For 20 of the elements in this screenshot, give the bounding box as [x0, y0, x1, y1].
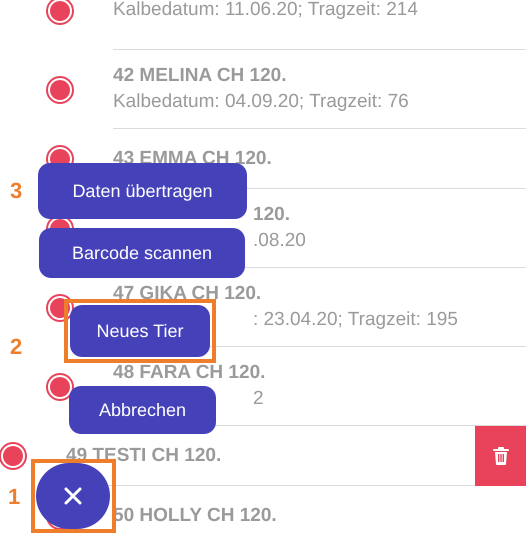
- step-number: 1: [8, 483, 20, 511]
- delete-button[interactable]: [475, 426, 526, 486]
- trash-icon: [492, 447, 508, 465]
- animal-details: Kalbedatum: 04.09.20; Tragzeit: 76: [113, 91, 410, 113]
- animal-title: 120.: [253, 204, 291, 226]
- step-number: 3: [10, 177, 22, 205]
- menu-action-button[interactable]: Daten übertragen: [38, 163, 247, 219]
- menu-action-button[interactable]: Neues Tier: [70, 305, 210, 357]
- close-icon: [63, 486, 83, 506]
- close-fab-button[interactable]: [36, 463, 110, 529]
- step-number: 2: [10, 333, 22, 361]
- animal-details: : 23.04.20; Tragzeit: 195: [253, 309, 459, 331]
- animal-title: 47 GIKA CH 120.: [113, 283, 262, 305]
- menu-action-button[interactable]: Abbrechen: [69, 386, 216, 434]
- animal-title: 42 MELINA CH 120.: [113, 65, 288, 87]
- animal-details: Kalbedatum: 11.06.20; Tragzeit: 214: [113, 0, 419, 21]
- animal-title: 48 FARA CH 120.: [113, 362, 266, 384]
- menu-action-button[interactable]: Barcode scannen: [39, 228, 245, 278]
- animal-details: .08.20: [253, 230, 307, 252]
- animal-details: 2: [253, 388, 265, 410]
